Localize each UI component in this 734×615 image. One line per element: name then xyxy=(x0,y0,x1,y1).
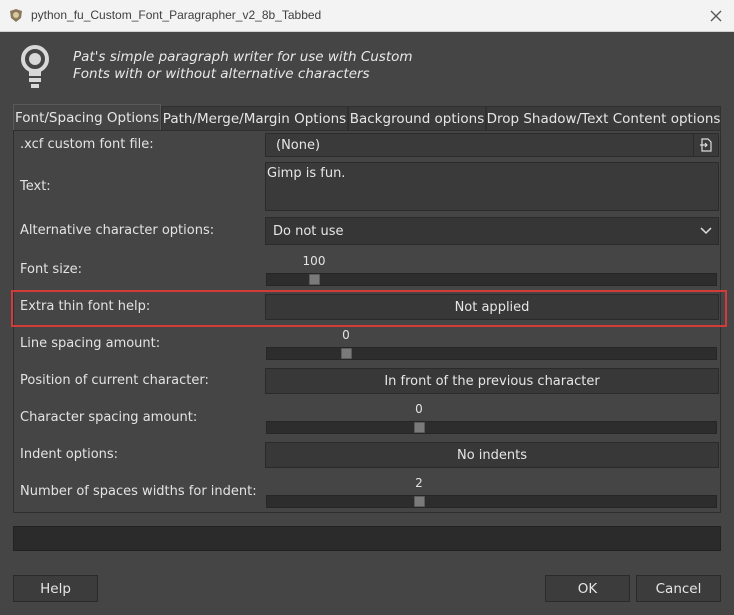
lightbulb-icon xyxy=(21,45,49,88)
tab-font-spacing-options[interactable]: Font/Spacing Options xyxy=(13,104,161,131)
line-spacing-label: Line spacing amount: xyxy=(20,336,161,351)
xcf-font-file-label: .xcf custom font file: xyxy=(20,137,154,152)
close-button[interactable] xyxy=(698,0,734,31)
indent-spaces-label: Number of spaces widths for indent: xyxy=(20,484,257,499)
line-spacing-slider[interactable] xyxy=(266,347,717,360)
line-spacing-slider-handle[interactable] xyxy=(341,348,352,359)
indent-options-label: Indent options: xyxy=(20,447,119,462)
character-position-label: Position of current character: xyxy=(20,373,209,388)
font-size-value: 100 xyxy=(302,254,326,268)
description-line-2: Fonts with or without alternative charac… xyxy=(73,66,370,82)
ok-button[interactable]: OK xyxy=(545,575,630,602)
file-open-button[interactable] xyxy=(693,134,718,156)
font-size-slider-handle[interactable] xyxy=(309,274,320,285)
highlight-box xyxy=(11,290,727,327)
text-value: Gimp is fun. xyxy=(267,166,346,181)
gimp-app-icon xyxy=(10,9,22,22)
title-bar: python_fu_Custom_Font_Paragrapher_v2_8b_… xyxy=(0,0,734,32)
line-spacing-value: 0 xyxy=(342,328,350,342)
font-size-label: Font size: xyxy=(20,262,83,277)
character-spacing-slider-handle[interactable] xyxy=(414,422,425,433)
character-spacing-slider[interactable] xyxy=(266,421,717,434)
indent-options-button[interactable]: No indents xyxy=(265,442,719,468)
close-icon xyxy=(710,10,722,21)
progress-bar xyxy=(13,526,721,551)
text-label: Text: xyxy=(20,179,51,194)
tab-drop-shadow-text-content-options[interactable]: Drop Shadow/Text Content options xyxy=(486,106,721,130)
indent-spaces-slider-handle[interactable] xyxy=(414,496,425,507)
character-spacing-value: 0 xyxy=(415,402,423,416)
document-open-icon xyxy=(700,138,712,152)
cancel-button[interactable]: Cancel xyxy=(636,575,721,602)
text-input[interactable]: Gimp is fun. xyxy=(265,162,719,211)
description-line-1: Pat's simple paragraph writer for use wi… xyxy=(73,49,413,65)
tab-background-options[interactable]: Background options xyxy=(348,106,486,130)
chevron-down-icon xyxy=(700,227,712,235)
xcf-font-file-chooser[interactable]: (None) xyxy=(265,133,719,157)
character-position-button[interactable]: In front of the previous character xyxy=(265,368,719,394)
alt-char-options-label: Alternative character options: xyxy=(20,223,215,238)
alt-char-options-value: Do not use xyxy=(273,223,344,239)
xcf-font-file-value: (None) xyxy=(276,137,321,153)
plugin-description: Pat's simple paragraph writer for use wi… xyxy=(73,49,413,83)
character-spacing-label: Character spacing amount: xyxy=(20,410,198,425)
window-title: python_fu_Custom_Font_Paragrapher_v2_8b_… xyxy=(31,8,322,22)
alt-char-options-select[interactable]: Do not use xyxy=(265,217,719,245)
tab-path-merge-margin-options[interactable]: Path/Merge/Margin Options xyxy=(161,106,348,130)
font-size-slider[interactable] xyxy=(266,273,717,286)
indent-spaces-value: 2 xyxy=(415,476,423,490)
indent-spaces-slider[interactable] xyxy=(266,495,717,508)
help-button[interactable]: Help xyxy=(13,575,98,602)
